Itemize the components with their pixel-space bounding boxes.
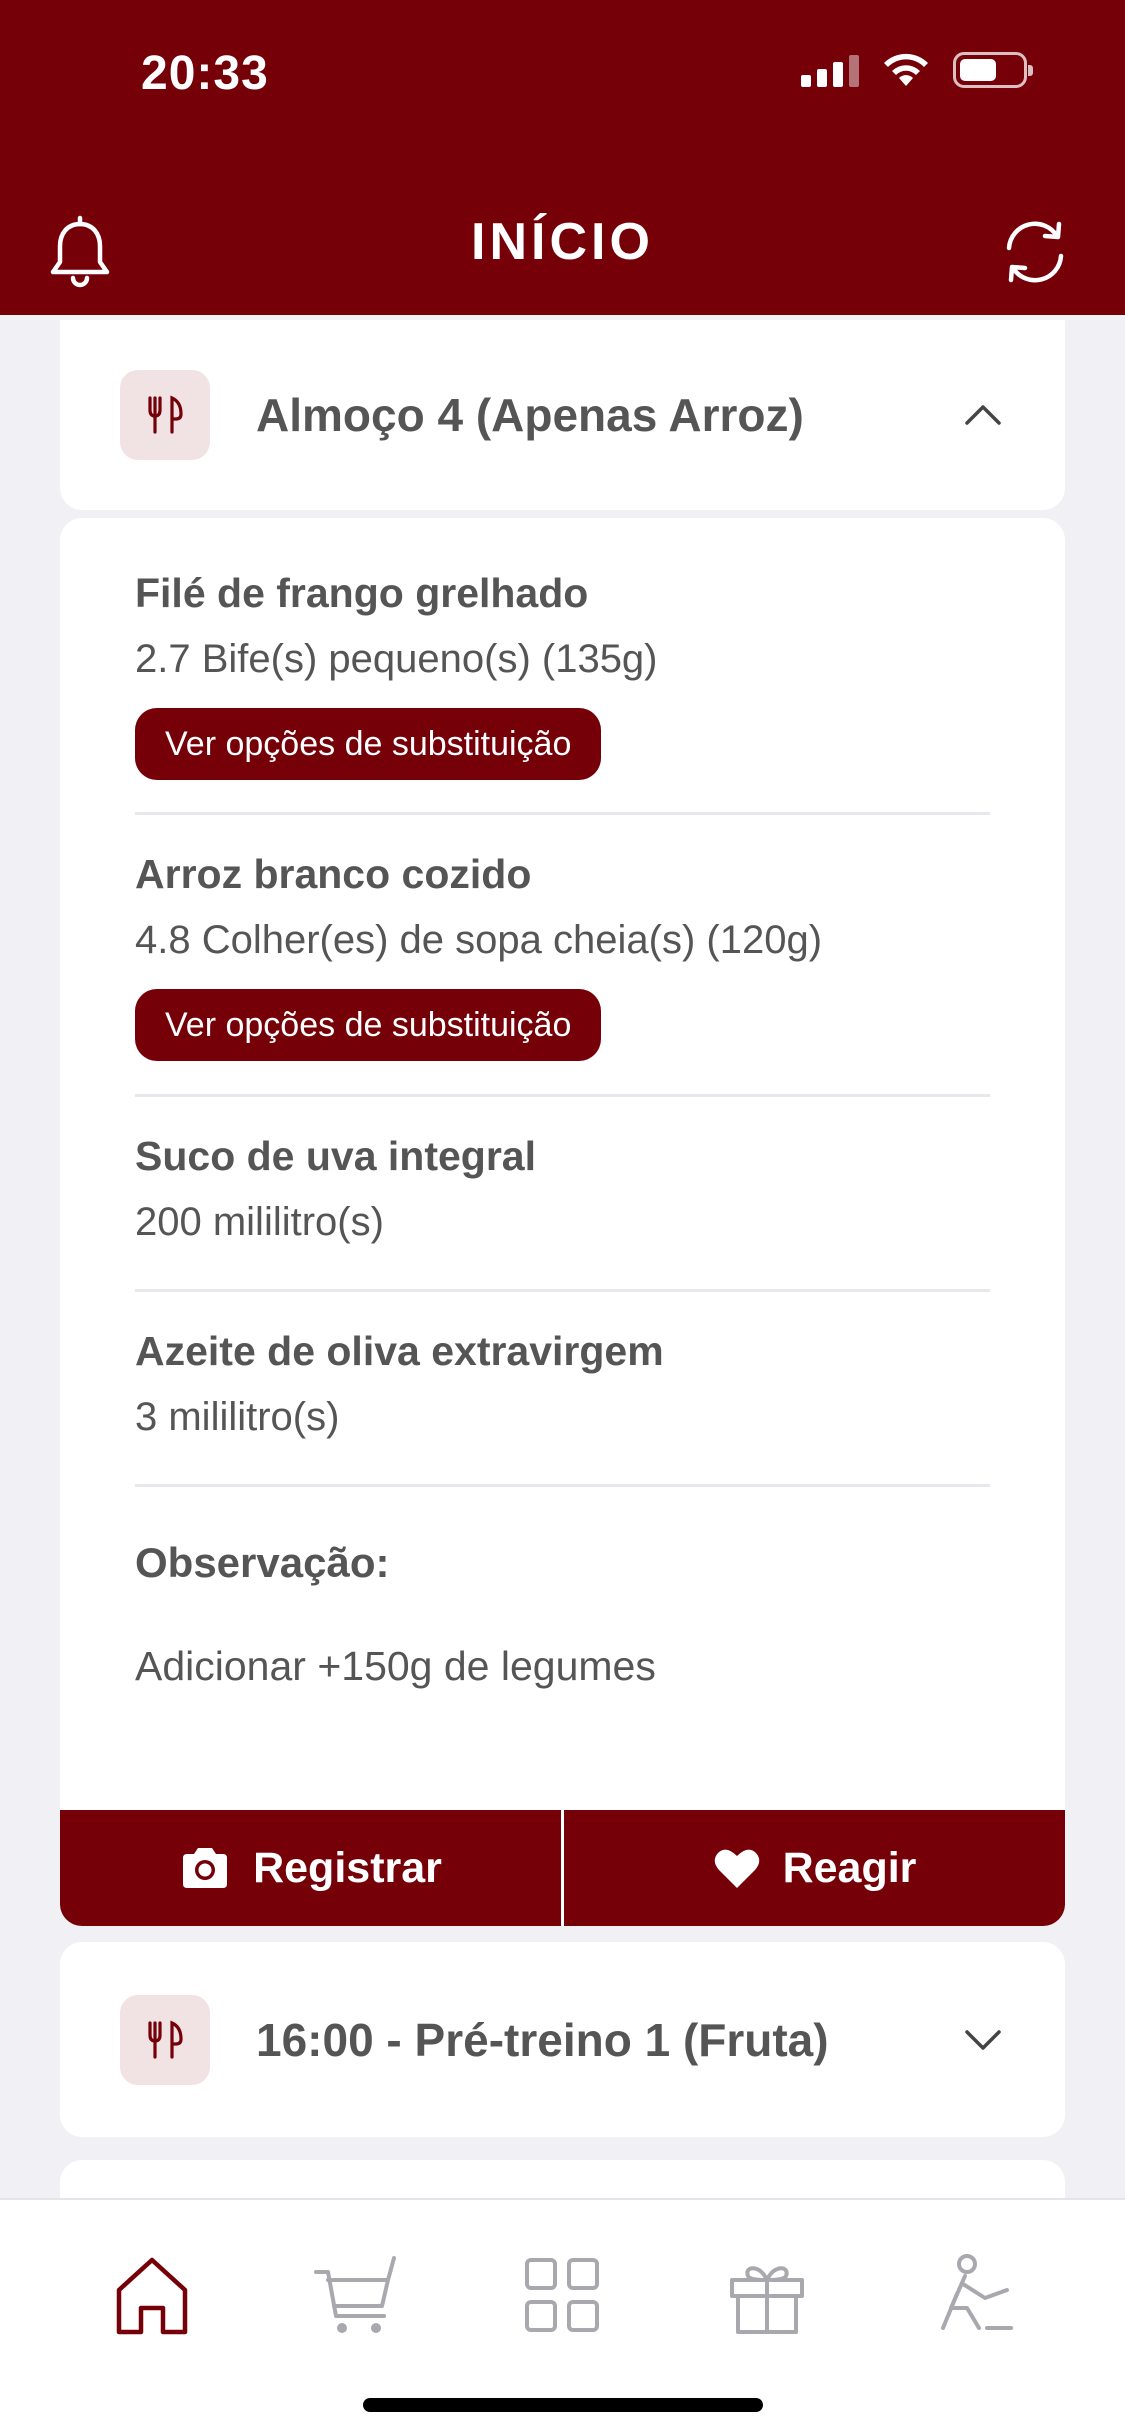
substitution-button[interactable]: Ver opções de substituição <box>135 989 602 1061</box>
food-name: Suco de uva integral <box>135 1133 536 1179</box>
meal-actions: Registrar Reagir <box>60 1810 1065 1926</box>
cutlery-icon <box>120 370 210 460</box>
meal-title: 16:00 - Pré-treino 1 (Fruta) <box>256 2013 829 2066</box>
refresh-icon[interactable] <box>995 212 1075 292</box>
food-quantity: 4.8 Colher(es) de sopa cheia(s) (120g) <box>135 918 823 962</box>
grid-icon[interactable] <box>517 2250 607 2340</box>
cart-icon[interactable] <box>312 2250 402 2340</box>
food-list: Filé de frango grelhado 2.7 Bife(s) pequ… <box>60 518 1065 1690</box>
chevron-down-icon[interactable] <box>961 2018 1005 2062</box>
app-header: 20:33 INÍCIO <box>0 0 1125 315</box>
cutlery-icon <box>120 1994 210 2085</box>
food-item: Arroz branco cozido 4.8 Colher(es) de so… <box>135 815 990 1097</box>
food-quantity: 3 mililitro(s) <box>135 1395 340 1439</box>
camera-icon <box>183 1848 228 1888</box>
home-icon[interactable] <box>107 2250 197 2340</box>
food-quantity: 2.7 Bife(s) pequeno(s) (135g) <box>135 637 658 681</box>
food-name: Arroz branco cozido <box>135 851 532 897</box>
home-indicator <box>363 2398 763 2412</box>
chevron-up-icon[interactable] <box>961 393 1005 437</box>
observation-label: Observação: <box>135 1539 390 1586</box>
gift-icon[interactable] <box>722 2250 812 2340</box>
meal-details-card: Filé de frango grelhado 2.7 Bife(s) pequ… <box>60 518 1065 1926</box>
food-item: Suco de uva integral 200 mililitro(s) <box>135 1097 990 1292</box>
battery-icon <box>953 52 1033 88</box>
wifi-icon <box>884 53 928 86</box>
observation-text: Adicionar +150g de legumes <box>135 1643 656 1689</box>
register-button[interactable]: Registrar <box>60 1810 561 1926</box>
observation-section: Observação: Adicionar +150g de legumes <box>135 1487 990 1690</box>
page-title: INÍCIO <box>471 213 654 271</box>
heart-icon <box>714 1849 759 1888</box>
food-item: Filé de frango grelhado 2.7 Bife(s) pequ… <box>135 518 990 815</box>
react-label: Reagir <box>782 1843 917 1892</box>
signal-icon <box>801 53 859 87</box>
food-name: Azeite de oliva extravirgem <box>135 1328 664 1374</box>
meal-card-header[interactable]: Almoço 4 (Apenas Arroz) <box>60 320 1065 510</box>
exercise-icon[interactable] <box>927 2250 1017 2340</box>
substitution-button[interactable]: Ver opções de substituição <box>135 708 602 780</box>
react-button[interactable]: Reagir <box>561 1810 1065 1926</box>
food-item: Azeite de oliva extravirgem 3 mililitro(… <box>135 1292 990 1487</box>
food-quantity: 200 mililitro(s) <box>135 1200 384 1244</box>
meal-title: Almoço 4 (Apenas Arroz) <box>256 389 804 441</box>
status-icons <box>801 52 1033 88</box>
register-label: Registrar <box>253 1843 442 1892</box>
meal-card-collapsed[interactable]: 16:00 - Pré-treino 1 (Fruta) <box>60 1942 1065 2137</box>
status-time: 20:33 <box>141 47 269 100</box>
food-name: Filé de frango grelhado <box>135 570 589 616</box>
